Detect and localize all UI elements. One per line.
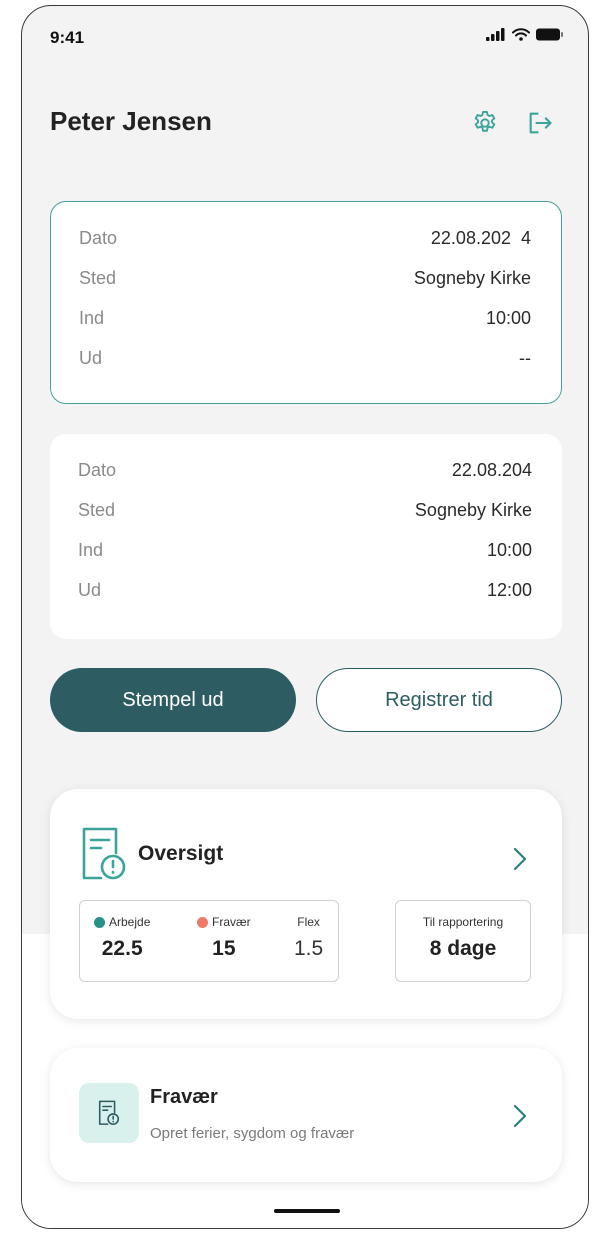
- absence-card[interactable]: Fravær Opret ferier, sygdom og fravær: [50, 1048, 562, 1182]
- stat-absence: Fravær 15: [197, 915, 251, 961]
- chevron-right-icon: [513, 847, 527, 871]
- record-value: --: [519, 347, 531, 368]
- stat-work: Arbejde 22.5: [94, 915, 150, 961]
- battery-icon: [536, 28, 563, 41]
- report-box: Til rapportering 8 dage: [395, 900, 531, 982]
- absence-chevron[interactable]: [508, 1104, 532, 1128]
- document-alert-icon: [82, 827, 126, 880]
- record-row-in: Ind 10:00: [79, 304, 531, 332]
- chevron-right-icon: [513, 1104, 527, 1128]
- record-label: Sted: [78, 499, 116, 520]
- stat-flex-label-row: Flex: [294, 915, 323, 929]
- time-record-card: Dato 22.08.204 Sted Sogneby Kirke Ind 10…: [50, 434, 562, 639]
- logout-button[interactable]: [524, 107, 556, 139]
- stat-work-label-row: Arbejde: [94, 915, 150, 929]
- stamp-out-button[interactable]: Stempel ud: [50, 668, 296, 732]
- absence-title: Fravær: [150, 1086, 218, 1108]
- record-label: Ud: [79, 347, 103, 368]
- overview-card[interactable]: Oversigt Arbejde 22.5 Fravær 15 Flex 1.5…: [50, 789, 562, 1019]
- record-value: 22.08.204: [451, 459, 532, 480]
- home-indicator: [274, 1209, 340, 1213]
- page-title: Peter Jensen: [50, 106, 212, 136]
- record-row-place: Sted Sogneby Kirke: [78, 496, 532, 524]
- hours-stats-box: Arbejde 22.5 Fravær 15 Flex 1.5: [79, 900, 339, 982]
- stat-work-value: 22.5: [101, 937, 143, 960]
- stat-absence-value: 15: [212, 937, 236, 960]
- record-label: Ind: [78, 539, 104, 560]
- absence-dot: [197, 916, 208, 928]
- stat-absence-label-row: Fravær: [197, 915, 251, 929]
- record-value: Sogneby Kirke: [413, 267, 531, 288]
- record-row-date: Dato 22.08.202 4: [79, 224, 531, 252]
- stat-absence-label: Fravær: [212, 915, 251, 929]
- record-value: 22.08.202 4: [430, 227, 531, 248]
- record-label: Dato: [78, 459, 117, 480]
- wifi-icon: [512, 28, 530, 41]
- logout-icon: [529, 112, 552, 134]
- overview-chevron[interactable]: [508, 847, 532, 871]
- status-icons: [486, 28, 564, 41]
- record-label: Ud: [78, 579, 102, 600]
- record-label: Sted: [79, 267, 117, 288]
- active-time-record-card: Dato 22.08.202 4 Sted Sogneby Kirke Ind …: [50, 201, 562, 404]
- record-row-date: Dato 22.08.204: [78, 456, 532, 484]
- overview-title: Oversigt: [138, 842, 224, 865]
- stat-flex-label: Flex: [297, 915, 320, 929]
- record-row-out: Ud --: [79, 344, 531, 372]
- record-row-place: Sted Sogneby Kirke: [79, 264, 531, 292]
- record-row-out: Ud 12:00: [78, 576, 532, 604]
- absence-subtitle: Opret ferier, sygdom og fravær: [150, 1125, 355, 1142]
- record-label: Dato: [79, 227, 118, 248]
- status-time: 9:41: [50, 28, 85, 47]
- phone-frame: 9:41 Peter Jensen Dato 22.08.202 4 Sted …: [21, 5, 589, 1229]
- gear-icon: [474, 110, 496, 132]
- record-row-in: Ind 10:00: [78, 536, 532, 564]
- record-value: 12:00: [486, 579, 532, 600]
- record-value: 10:00: [485, 307, 531, 328]
- settings-button[interactable]: [469, 107, 501, 139]
- record-value: 10:00: [486, 539, 532, 560]
- signal-icon: [486, 28, 505, 41]
- register-time-button[interactable]: Registrer tid: [316, 668, 562, 732]
- work-dot: [94, 916, 105, 928]
- document-alert-icon: [98, 1100, 120, 1125]
- report-label: Til rapportering: [422, 915, 504, 929]
- stat-flex-value: 1.5: [294, 937, 324, 960]
- record-label: Ind: [79, 307, 105, 328]
- report-value: 8 dage: [429, 937, 497, 960]
- stat-work-label: Arbejde: [109, 915, 151, 929]
- stat-flex: Flex 1.5: [294, 915, 323, 961]
- absence-icon-tile: [79, 1083, 139, 1143]
- record-value: Sogneby Kirke: [414, 499, 532, 520]
- status-bar: 9:41: [22, 6, 588, 66]
